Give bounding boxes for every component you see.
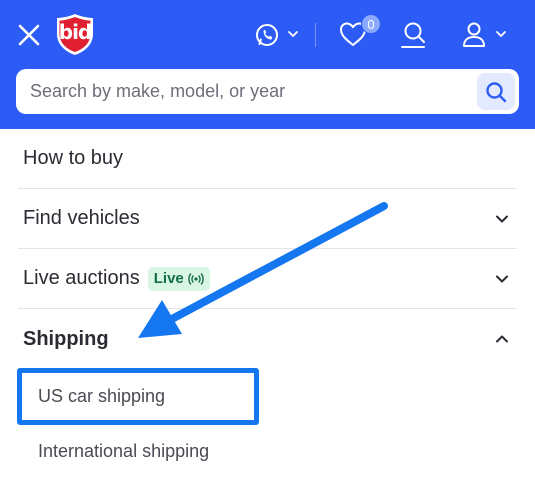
search-button[interactable]: [477, 73, 515, 110]
menu-item-find-vehicles[interactable]: Find vehicles: [18, 189, 517, 249]
whatsapp-icon: [256, 24, 298, 46]
header-divider: [315, 23, 316, 47]
close-icon: [18, 24, 40, 46]
logo-text: bid: [58, 20, 93, 44]
nav-menu: How to buy Find vehicles Live auctions L…: [18, 129, 517, 369]
search-input[interactable]: [30, 69, 470, 114]
search-icon: [486, 81, 507, 102]
live-badge: Live: [147, 266, 210, 291]
menu-item-how-to-buy[interactable]: How to buy: [18, 129, 517, 189]
search-users-button[interactable]: [398, 20, 428, 50]
menu-item-label: Shipping: [23, 327, 109, 350]
chevron-down-icon: [496, 31, 506, 37]
chevron-down-icon: [496, 215, 508, 222]
logo[interactable]: bid: [55, 12, 95, 56]
search-bar: [16, 69, 519, 114]
chevron-down-icon: [496, 275, 508, 282]
live-badge-label: Live: [153, 270, 184, 287]
close-menu-button[interactable]: [16, 22, 42, 48]
user-icon: [463, 22, 506, 47]
menu-item-label: Find vehicles: [23, 207, 140, 229]
search-user-icon: [401, 22, 425, 48]
menu-item-label: How to buy: [23, 147, 124, 169]
top-header: bid 0: [0, 0, 535, 129]
submenu-item-international-shipping[interactable]: International shipping: [38, 441, 209, 462]
broadcast-icon: [188, 272, 204, 285]
contact-dropdown-button[interactable]: [254, 20, 300, 50]
favorites-count-badge: 0: [361, 14, 381, 34]
account-dropdown-button[interactable]: [460, 20, 510, 50]
menu-item-live-auctions[interactable]: Live auctions Live: [18, 249, 517, 309]
favorites-button[interactable]: 0: [338, 14, 384, 52]
chevron-up-icon: [496, 335, 508, 343]
highlight-box: [17, 368, 259, 425]
menu-item-label: Live auctions: [23, 267, 140, 289]
menu-item-shipping[interactable]: Shipping: [18, 309, 517, 369]
